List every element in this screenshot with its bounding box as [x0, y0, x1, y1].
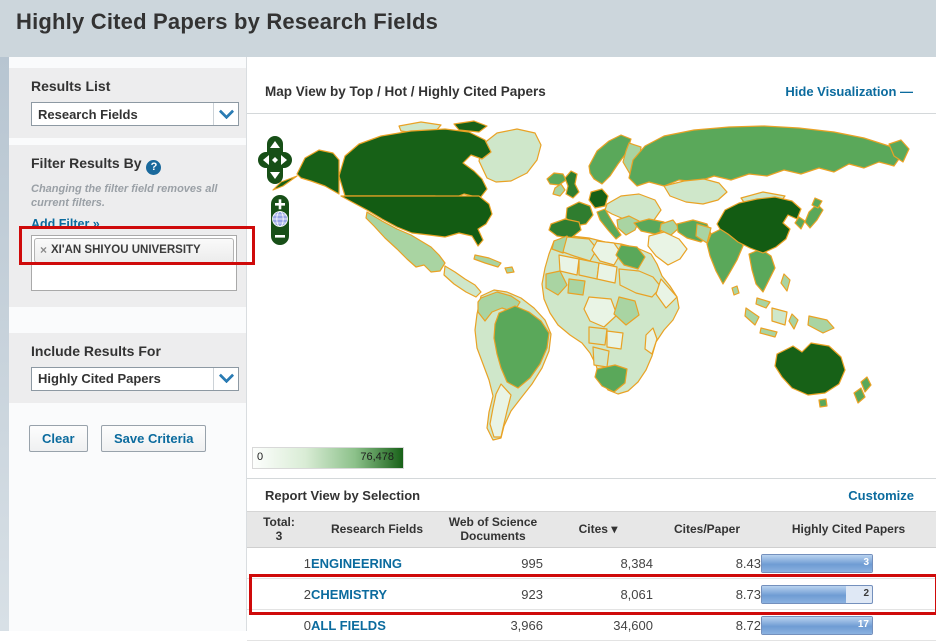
legend-max: 76,478	[360, 451, 394, 463]
page-header: Highly Cited Papers by Research Fields	[0, 0, 936, 57]
results-list-section: Results List Research Fields	[9, 68, 246, 138]
field-link[interactable]: ENGINEERING	[311, 556, 402, 571]
col-highly-cited-papers[interactable]: Highly Cited Papers	[761, 511, 936, 548]
hcp-value: 17	[857, 618, 869, 630]
country-germany[interactable]	[588, 188, 609, 209]
table-header-row: Total: 3 Research Fields Web of Science …	[247, 511, 936, 548]
map-zoom-control[interactable]	[271, 195, 289, 245]
filter-section: Filter Results By? Changing the filter f…	[9, 145, 246, 307]
sort-desc-icon[interactable]: ▾	[611, 522, 617, 536]
chevron-down-icon[interactable]	[213, 103, 238, 125]
legend-min: 0	[257, 451, 264, 463]
report-view-title: Report View by Selection	[265, 488, 421, 503]
hcp-value: 3	[863, 556, 869, 568]
results-list-selected: Research Fields	[38, 106, 138, 122]
table-row: 1 ENGINEERING 995 8,384 8.43 3	[247, 547, 936, 579]
col-wos-documents[interactable]: Web of Science Documents	[443, 511, 543, 548]
filter-tag[interactable]: × XI'AN SHIYOU UNIVERSITY	[34, 237, 234, 263]
filter-listbox[interactable]: × XI'AN SHIYOU UNIVERSITY	[31, 234, 237, 291]
map-legend: 0 76,478	[252, 447, 404, 469]
row-cites-per-paper: 8.72	[653, 609, 761, 641]
table-row: 0 ALL FIELDS 3,966 34,600 8.72 17	[247, 609, 936, 641]
field-link[interactable]: CHEMISTRY	[311, 587, 387, 602]
page-title: Highly Cited Papers by Research Fields	[16, 9, 439, 34]
total-header: Total: 3	[247, 511, 311, 548]
hide-visualization-link[interactable]: Hide Visualization —	[785, 84, 913, 99]
include-dropdown[interactable]: Highly Cited Papers	[31, 366, 239, 391]
cites-label[interactable]: Cites	[579, 522, 608, 536]
chevron-down-icon[interactable]	[213, 367, 238, 390]
globe-icon[interactable]	[272, 211, 288, 227]
row-rank: 0	[247, 609, 311, 641]
total-value: 3	[275, 528, 283, 543]
row-cites: 8,384	[543, 547, 653, 579]
customize-link[interactable]: Customize	[848, 488, 914, 503]
sidebar: Results List Research Fields Filter Resu…	[9, 57, 246, 631]
table-row-highlighted: 2 CHEMISTRY 923 8,061 8.73 2	[247, 578, 936, 610]
row-hcp-cell: 2	[761, 578, 936, 610]
results-list-dropdown[interactable]: Research Fields	[31, 102, 239, 126]
hcp-bar: 17	[761, 615, 873, 635]
hcp-bar: 3	[761, 553, 873, 573]
report-table: Total: 3 Research Fields Web of Science …	[247, 511, 936, 641]
minus-icon[interactable]	[275, 235, 285, 238]
left-rail-background	[0, 57, 9, 631]
row-rank: 2	[247, 578, 311, 610]
divider	[247, 113, 936, 114]
row-docs: 3,966	[443, 609, 543, 641]
row-docs: 995	[443, 547, 543, 579]
map-titlebar: Map View by Top / Hot / Highly Cited Pap…	[247, 78, 936, 112]
filter-heading: Filter Results By?	[31, 155, 246, 175]
report-titlebar: Report View by Selection Customize	[247, 482, 936, 510]
row-hcp-cell: 17	[761, 609, 936, 641]
add-filter-link[interactable]: Add Filter »	[31, 217, 246, 231]
hcp-value: 2	[863, 587, 869, 599]
results-list-heading: Results List	[31, 78, 111, 94]
col-cites-sorted[interactable]: Cites ▾	[543, 511, 653, 548]
filter-note: Changing the filter field removes all cu…	[31, 183, 218, 210]
hcp-bar: 2	[761, 584, 873, 604]
row-rank: 1	[247, 547, 311, 579]
include-selected: Highly Cited Papers	[38, 371, 161, 387]
row-cites-per-paper: 8.73	[653, 578, 761, 610]
field-link[interactable]: ALL FIELDS	[311, 618, 386, 633]
row-cites: 34,600	[543, 609, 653, 641]
filter-heading-text: Filter Results By	[31, 155, 142, 171]
remove-filter-icon[interactable]: ×	[40, 243, 47, 257]
sidebar-buttons: Clear Save Criteria	[29, 424, 246, 452]
country-australia[interactable]	[774, 342, 846, 396]
row-field: CHEMISTRY	[311, 578, 443, 610]
row-docs: 923	[443, 578, 543, 610]
row-field: ALL FIELDS	[311, 609, 443, 641]
include-section: Include Results For Highly Cited Papers	[9, 332, 246, 403]
country-canada[interactable]	[338, 128, 492, 201]
country-alaska[interactable]	[296, 149, 340, 195]
help-icon[interactable]: ?	[146, 160, 162, 175]
row-cites-per-paper: 8.43	[653, 547, 761, 579]
total-label: Total:	[263, 514, 295, 529]
col-research-fields[interactable]: Research Fields	[311, 511, 443, 548]
map-pan-control[interactable]	[258, 136, 292, 184]
row-cites: 8,061	[543, 578, 653, 610]
map-container	[249, 116, 936, 446]
clear-button[interactable]: Clear	[29, 424, 88, 452]
col-cites-per-paper[interactable]: Cites/Paper	[653, 511, 761, 548]
include-heading: Include Results For	[31, 342, 161, 359]
row-hcp-cell: 3	[761, 547, 936, 579]
divider	[247, 478, 936, 479]
map-view-title: Map View by Top / Hot / Highly Cited Pap…	[265, 84, 546, 99]
row-field: ENGINEERING	[311, 547, 443, 579]
save-criteria-button[interactable]: Save Criteria	[100, 424, 207, 452]
filter-tag-label: XI'AN SHIYOU UNIVERSITY	[51, 244, 201, 257]
world-map[interactable]	[249, 116, 936, 446]
